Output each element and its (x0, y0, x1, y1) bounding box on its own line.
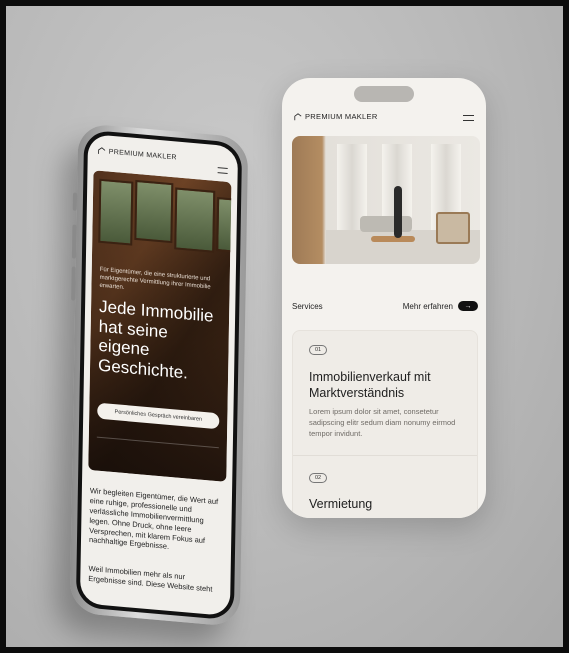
table-decor (370, 236, 415, 242)
action-button (72, 192, 78, 211)
book-consultation-button[interactable]: Persönliches Gespräch vereinbaren (97, 402, 220, 430)
logo[interactable]: PREMIUM MAKLER (98, 147, 228, 166)
arrow-right-icon[interactable]: → (458, 301, 478, 311)
house-logo-icon (98, 147, 106, 154)
service-title[interactable]: Immobilienverkauf mit Marktverständnis (309, 369, 467, 401)
window-decor (174, 187, 216, 253)
services-card: 01 Immobilienverkauf mit Marktverständni… (292, 330, 478, 518)
hamburger-menu-icon[interactable] (217, 167, 228, 178)
sofa-decor (359, 216, 412, 232)
logo-text: PREMIUM MAKLER (305, 112, 378, 121)
logo-text: PREMIUM MAKLER (108, 148, 177, 162)
service-number: 02 (309, 473, 328, 483)
services-label: Services (292, 301, 323, 311)
more-link[interactable]: Mehr erfahren → (403, 301, 478, 311)
house-logo-icon (294, 112, 302, 120)
left-phone-mockup: PREMIUM MAKLER Für Eigentümer, die eine … (69, 122, 249, 628)
intro-paragraph-2: Weil Immobilien mehr als nur Ergebnisse … (88, 563, 213, 594)
hamburger-menu-icon[interactable] (463, 115, 474, 125)
dynamic-island (354, 86, 414, 102)
service-title[interactable]: Vermietung (309, 497, 372, 511)
intro-paragraph: Wir begleiten Eigentümer, die Wert auf e… (88, 485, 219, 552)
window-decor (98, 178, 134, 246)
hero-image: Für Eigentümer, die eine strukturierte u… (88, 170, 232, 482)
service-number: 01 (309, 345, 328, 355)
right-phone-mockup: PREMIUM MAKLER Services Mehr erfahren → … (282, 78, 486, 518)
window-decor (134, 179, 174, 244)
hero-subtitle: Für Eigentümer, die eine strukturierte u… (99, 266, 211, 291)
divider (96, 436, 219, 449)
volume-down-button (71, 266, 76, 301)
logo[interactable]: PREMIUM MAKLER (294, 112, 474, 121)
left-phone-screen: PREMIUM MAKLER Für Eigentümer, die eine … (79, 133, 239, 617)
header: PREMIUM MAKLER (294, 112, 474, 126)
person-decor (393, 186, 402, 238)
services-header: Services Mehr erfahren → (292, 300, 478, 312)
service-description: Lorem ipsum dolor sit amet, consetetur s… (309, 407, 456, 438)
more-label: Mehr erfahren (402, 301, 453, 311)
window-decor (216, 197, 232, 254)
mockup-stage: PREMIUM MAKLER Für Eigentümer, die eine … (6, 6, 563, 647)
chair-decor (436, 212, 470, 244)
divider (293, 455, 477, 456)
interior-photo (292, 136, 480, 264)
volume-up-button (71, 224, 77, 259)
hero-title: Jede Immobilie hat seine eigene Geschich… (97, 296, 214, 383)
